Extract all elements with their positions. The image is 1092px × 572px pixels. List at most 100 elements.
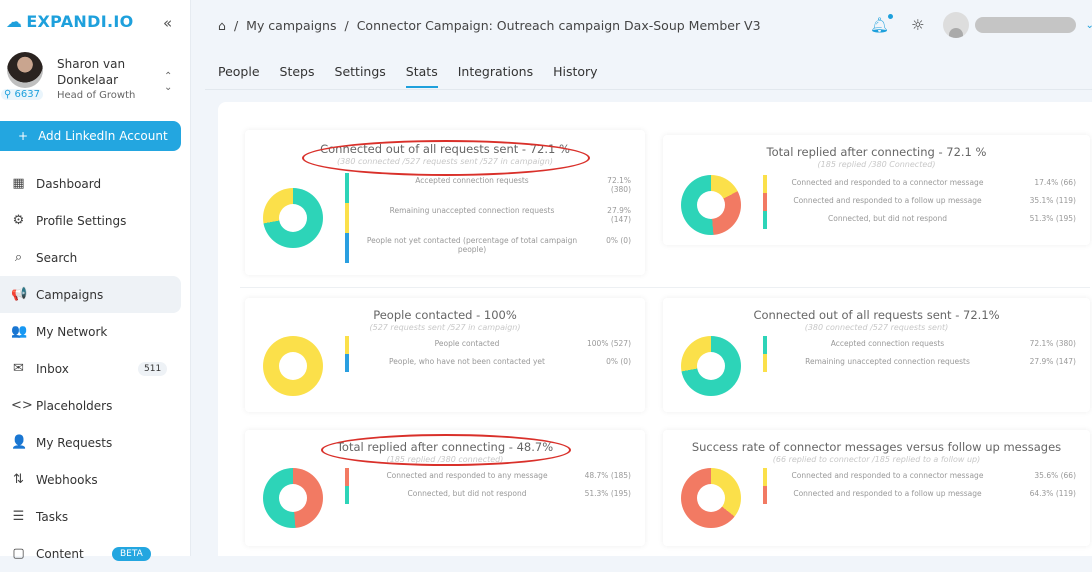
sidebar-item-campaigns[interactable]: 📢Campaigns [0,276,181,313]
donut-chart [681,175,741,235]
legend-row: Connected, but did not respond 51.3% (19… [357,489,631,498]
tab-integrations[interactable]: Integrations [458,64,533,88]
chevron-down-icon[interactable]: ⌄ [1086,20,1092,31]
legend-value: 17.4% (66) [1000,178,1076,187]
legend-label: Connected, but did not respond [357,489,577,498]
user-avatar[interactable] [943,12,969,38]
sidebar-item-label: Content [36,547,84,561]
sidebar-item-tasks[interactable]: ☰ Tasks [0,498,181,535]
legend-color-bar [345,468,349,486]
legend-label: People, who have not been contacted yet [357,357,577,366]
legend-value: 0% (0) [577,357,631,366]
sidebar-item-label: Profile Settings [36,214,126,228]
add-linkedin-account-button[interactable]: +Add LinkedIn Account [0,121,181,151]
sidebar-item-label: Webhooks [36,473,98,487]
breadcrumb-campaigns[interactable]: My campaigns [246,18,336,33]
legend-label: Accepted connection requests [357,176,587,194]
sidebar-item-my-requests[interactable]: 👤 My Requests [0,424,181,461]
legend-label: Remaining unaccepted connection requests [357,206,587,224]
tab-stats[interactable]: Stats [406,64,438,88]
inbox-icon: ✉ [11,361,26,376]
tasks-icon: ☰ [11,509,26,524]
tab-people[interactable]: People [218,64,260,88]
sidebar-item-search[interactable]: ⌕ Search [0,239,181,276]
bell-icon[interactable]: 🔔︎ [870,16,889,34]
sidebar-item-label: Dashboard [36,177,101,191]
sidebar-nav: ▦Dashboard ⚙ Profile Settings ⌕ Search 📢Campa… [0,165,181,572]
legend-value: 100% (527) [577,339,631,348]
sidebar-item-dashboard[interactable]: ▦Dashboard [0,165,181,202]
legend-color-bar [763,193,767,211]
card-title: People contacted - 100% [245,308,645,322]
inbox-count-badge: 511 [138,362,167,376]
card-subtitle: (527 requests sent /527 in campaign) [245,323,645,332]
donut-chart [263,188,323,248]
legend-label: Connected and responded to any message [357,471,577,480]
legend-color-bar [763,211,767,229]
card-subtitle: (380 connected /527 requests sent) [663,323,1090,332]
top-bar-actions: 🔔︎ ☼ ⌄ [870,12,1092,38]
tab-settings[interactable]: Settings [335,64,386,88]
legend-label: Connected, but did not respond [775,214,1000,223]
sidebar-item-inbox[interactable]: ✉Inbox511 [0,350,181,387]
card-title: Total replied after connecting - 72.1 % [663,145,1090,159]
profile-settings-icon: ⚙ [11,213,26,228]
campaigns-icon: 📢 [11,287,26,302]
legend-color-bar [345,233,349,263]
sidebar-item-label: Search [36,251,77,265]
legend-value: 27.9% (147) [1000,357,1076,366]
my-network-icon: 👥 [11,324,26,339]
donut-chart [681,336,741,396]
connections-count: ⚲ 6637 [1,89,43,100]
logo[interactable]: ☁EXPANDI.IO [6,12,133,31]
legend-value: 72.1% (380) [587,176,631,194]
sidebar-item-my-network[interactable]: 👥My Network [0,313,181,350]
tab-steps[interactable]: Steps [280,64,315,88]
card-subtitle: (66 replied to connector /185 replied to… [663,455,1090,464]
stats-card: Connected out of all requests sent - 72.… [663,298,1090,412]
collapse-sidebar-button[interactable]: « [163,14,172,32]
webhooks-icon: ⇅ [11,472,26,487]
legend-value: 72.1% (380) [1000,339,1076,348]
legend-row: Connected and responded to any message 4… [357,471,631,480]
placeholders-icon: <> [11,398,26,413]
legend-color-bar [763,175,767,193]
theme-toggle-icon[interactable]: ☼ [911,16,924,34]
sidebar-item-label: My Requests [36,436,112,450]
sidebar-item-content[interactable]: ▢ContentBETA [0,535,181,572]
my-requests-icon: 👤 [11,435,26,450]
stats-card: Success rate of connector messages versu… [663,430,1090,546]
legend-color-bar [763,336,767,354]
legend-row: Remaining unaccepted connection requests… [357,206,631,224]
legend-row: Connected and responded to a follow up m… [775,196,1076,205]
legend-color-bar [345,173,349,203]
legend-row: People, who have not been contacted yet … [357,357,631,366]
home-icon[interactable]: ⌂ [218,18,226,33]
legend-value: 27.9% (147) [587,206,631,224]
avatar [7,52,43,88]
card-title: Success rate of connector messages versu… [663,440,1090,454]
content-icon: ▢ [11,546,26,561]
sidebar-item-placeholders[interactable]: <>Placeholders [0,387,181,424]
stats-card: People contacted - 100% (527 requests se… [245,298,645,412]
legend-row: People contacted 100% (527) [357,339,631,348]
legend-label: Connected and responded to a follow up m… [775,196,1000,205]
account-switch-icon[interactable]: ⌃⌄ [164,71,172,93]
highlight-annotation [321,434,571,466]
legend-value: 0% (0) [587,236,631,254]
legend-row: Connected and responded to a connector m… [775,178,1076,187]
sidebar-item-label: Tasks [36,510,68,524]
search-icon: ⌕ [11,250,26,265]
redacted-username [975,17,1076,33]
legend-value: 35.1% (119) [1000,196,1076,205]
connections-count-value: 6637 [15,89,40,100]
sidebar-item-webhooks[interactable]: ⇅ Webhooks [0,461,181,498]
breadcrumb: ⌂/ My campaigns/ Connector Campaign: Out… [218,18,761,33]
sidebar-item-profile-settings[interactable]: ⚙ Profile Settings [0,202,181,239]
sidebar: ☁EXPANDI.IO « ⚲ 6637 Sharon van Donkelaa… [0,0,191,556]
tab-history[interactable]: History [553,64,597,88]
legend-value: 64.3% (119) [1000,489,1076,498]
legend-color-bar [763,486,767,504]
legend-label: Connected and responded to a follow up m… [775,489,1000,498]
legend-label: People contacted [357,339,577,348]
